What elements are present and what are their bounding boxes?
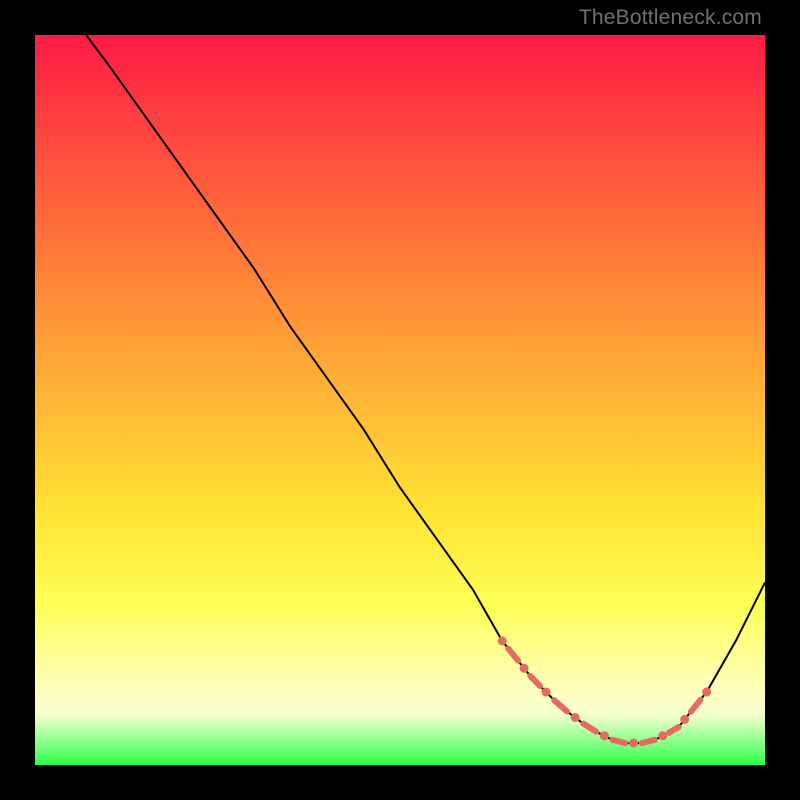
- optimal-marker-dot: [680, 715, 689, 724]
- optimal-marker-dash: [583, 724, 596, 732]
- optimal-marker-dot: [600, 731, 609, 740]
- optimal-marker-dot: [629, 739, 638, 748]
- optimal-zone-markers: [498, 636, 711, 747]
- optimal-marker-dash: [554, 700, 567, 711]
- optimal-marker-dot: [520, 664, 529, 673]
- optimal-marker-dot: [498, 636, 507, 645]
- bottleneck-curve: [86, 35, 765, 743]
- optimal-marker-dash: [669, 727, 679, 733]
- optimal-marker-dash: [613, 740, 626, 743]
- watermark-text: TheBottleneck.com: [579, 6, 762, 30]
- optimal-marker-dot: [702, 688, 711, 697]
- chart-frame: TheBottleneck.com: [0, 0, 800, 800]
- optimal-marker-dash: [642, 740, 655, 743]
- curve-svg: [35, 35, 765, 765]
- optimal-marker-dash: [508, 649, 518, 661]
- optimal-marker-dot: [542, 688, 551, 697]
- optimal-marker-dot: [571, 713, 580, 722]
- optimal-marker-dash: [691, 700, 701, 712]
- plot-area: [35, 35, 765, 765]
- optimal-marker-dash: [530, 676, 540, 686]
